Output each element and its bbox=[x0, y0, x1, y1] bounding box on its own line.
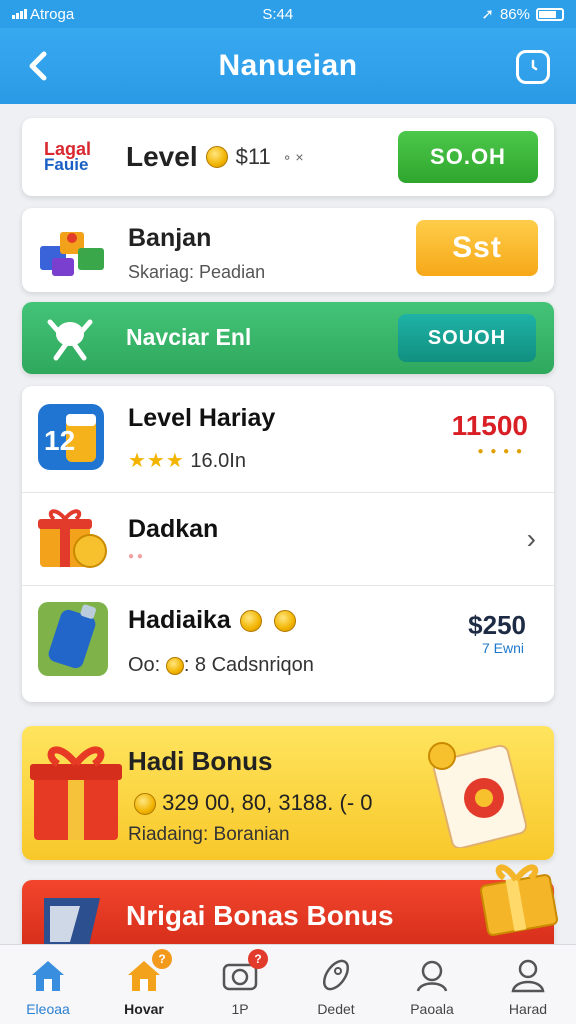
gift-box-icon bbox=[479, 864, 559, 936]
battery-icon bbox=[535, 7, 564, 21]
navigator-title: Navciar Enl bbox=[126, 324, 252, 350]
bottle-app-icon bbox=[38, 602, 108, 676]
banjan-card[interactable]: Banjan Skariag: Peadian Sst bbox=[22, 208, 554, 292]
logo-text-line2: Fauie bbox=[44, 155, 89, 174]
list-item-subtitle: : 8 Cadsnriqon bbox=[183, 654, 314, 676]
list-item-amount: $250 bbox=[468, 610, 526, 640]
coin-icon bbox=[134, 793, 156, 816]
list-item-dots: ● ● ● ● bbox=[477, 446, 524, 457]
tab-label: Harad bbox=[508, 1001, 548, 1017]
banjan-action-button[interactable]: Sst bbox=[416, 220, 538, 276]
brand-logo: Lagal Fauie bbox=[44, 140, 108, 174]
status-bar: Atroga S:44 ➚ 86% bbox=[0, 0, 576, 28]
coin-icon bbox=[274, 610, 296, 632]
list-item[interactable]: 12 Level Hariay ★★★ 16.0In 11500 ● ● ● ● bbox=[22, 386, 554, 490]
chevron-left-icon bbox=[29, 51, 47, 81]
app-header: Nanueian bbox=[0, 28, 576, 104]
tab-label: Paoala bbox=[410, 1001, 454, 1017]
rocket-icon bbox=[322, 959, 350, 991]
tab-home[interactable]: Eleoaa bbox=[0, 945, 96, 1024]
banjan-title: Banjan bbox=[128, 224, 212, 252]
clock: S:44 bbox=[262, 5, 294, 23]
level-title: Level bbox=[126, 141, 198, 172]
banjan-subtitle: Skariag: Peadian bbox=[128, 262, 266, 282]
list-item-subtitle-prefix: Oo: bbox=[128, 654, 161, 676]
bonus-subtitle: Riadaing: Boranian bbox=[128, 824, 290, 845]
carrier-label: Atroga bbox=[30, 5, 75, 23]
tab-harad[interactable]: Harad bbox=[480, 945, 576, 1024]
svg-text:12: 12 bbox=[44, 425, 75, 456]
tab-hovar[interactable]: ? Hovar bbox=[96, 945, 192, 1024]
coin-icon bbox=[165, 656, 184, 675]
list-item[interactable]: Hadiaika Oo: : 8 Cadsnriqon $250 7 Ewni bbox=[22, 586, 554, 702]
coin-icon bbox=[240, 610, 262, 632]
coin-icon bbox=[205, 146, 228, 168]
page-title: Nanueian bbox=[218, 49, 358, 82]
list-item-subtitle: 16.0In bbox=[190, 450, 246, 472]
list-item-amount-sub: 7 Ewni bbox=[481, 640, 524, 656]
level-extra: ∘ × bbox=[282, 148, 304, 165]
notification-badge: ? bbox=[152, 949, 172, 969]
clock-icon bbox=[531, 59, 538, 71]
home-icon bbox=[32, 961, 64, 991]
level-amount: $11 bbox=[235, 144, 271, 169]
profile-icon bbox=[416, 960, 448, 992]
back-button[interactable] bbox=[20, 48, 56, 84]
bonus-card[interactable]: Hadi Bonus 329 00, 80, 3188. (- 0 Riadai… bbox=[22, 726, 554, 860]
blocks-icon bbox=[40, 232, 104, 276]
bonus-banner-title: Nrigai Bonas Bonus bbox=[126, 900, 394, 931]
tab-camera[interactable]: ? 1P bbox=[192, 945, 288, 1024]
level-action-button[interactable]: SO.OH bbox=[398, 131, 538, 183]
level-card[interactable]: Lagal Fauie Level $11 ∘ × SO.OH bbox=[22, 118, 554, 196]
list-item-amount: 11500 bbox=[451, 410, 528, 441]
list-item-title: Dadkan bbox=[128, 515, 219, 543]
tab-label: Hovar bbox=[124, 1001, 164, 1017]
bonus-title: Hadi Bonus bbox=[128, 746, 273, 776]
drink-app-icon: 12 bbox=[38, 404, 104, 470]
signal-icon bbox=[12, 9, 27, 19]
gift-icon bbox=[38, 509, 107, 568]
chevron-right-icon[interactable]: › bbox=[527, 523, 536, 555]
tab-dedet[interactable]: Dedet bbox=[288, 945, 384, 1024]
bonus-amount: 329 00, 80, 3188. (- 0 bbox=[162, 790, 373, 815]
notification-badge: ? bbox=[248, 949, 268, 969]
star-rating-icon: ★★★ bbox=[128, 450, 185, 472]
rewards-list: 12 Level Hariay ★★★ 16.0In 11500 ● ● ● ●… bbox=[22, 386, 554, 702]
card-icon bbox=[428, 742, 528, 848]
navigator-action-button[interactable]: SOUOH bbox=[398, 314, 536, 362]
list-item-subtitle: ● ● bbox=[128, 551, 143, 562]
list-item-title: Level Hariay bbox=[128, 404, 276, 432]
battery-percent: 86% bbox=[499, 5, 530, 23]
tab-label: 1P bbox=[231, 1001, 249, 1017]
tab-label: Dedet bbox=[317, 1001, 355, 1017]
tab-label: Eleoaa bbox=[26, 1001, 70, 1017]
tab-paoala[interactable]: Paoala bbox=[384, 945, 480, 1024]
tab-bar: Eleoaa ? Hovar ? 1P Dedet Paoala Harad bbox=[0, 944, 576, 1024]
gift-box-icon bbox=[30, 746, 122, 840]
list-item[interactable]: Dadkan ● ● › bbox=[22, 493, 554, 585]
list-item-title: Hadiaika bbox=[128, 606, 231, 634]
navigator-banner[interactable]: Navciar Enl SOUOH bbox=[22, 302, 554, 374]
location-icon: ➚ bbox=[481, 6, 494, 23]
timer-button[interactable] bbox=[516, 50, 550, 84]
user-icon bbox=[511, 959, 545, 993]
chef-icon bbox=[47, 319, 93, 361]
